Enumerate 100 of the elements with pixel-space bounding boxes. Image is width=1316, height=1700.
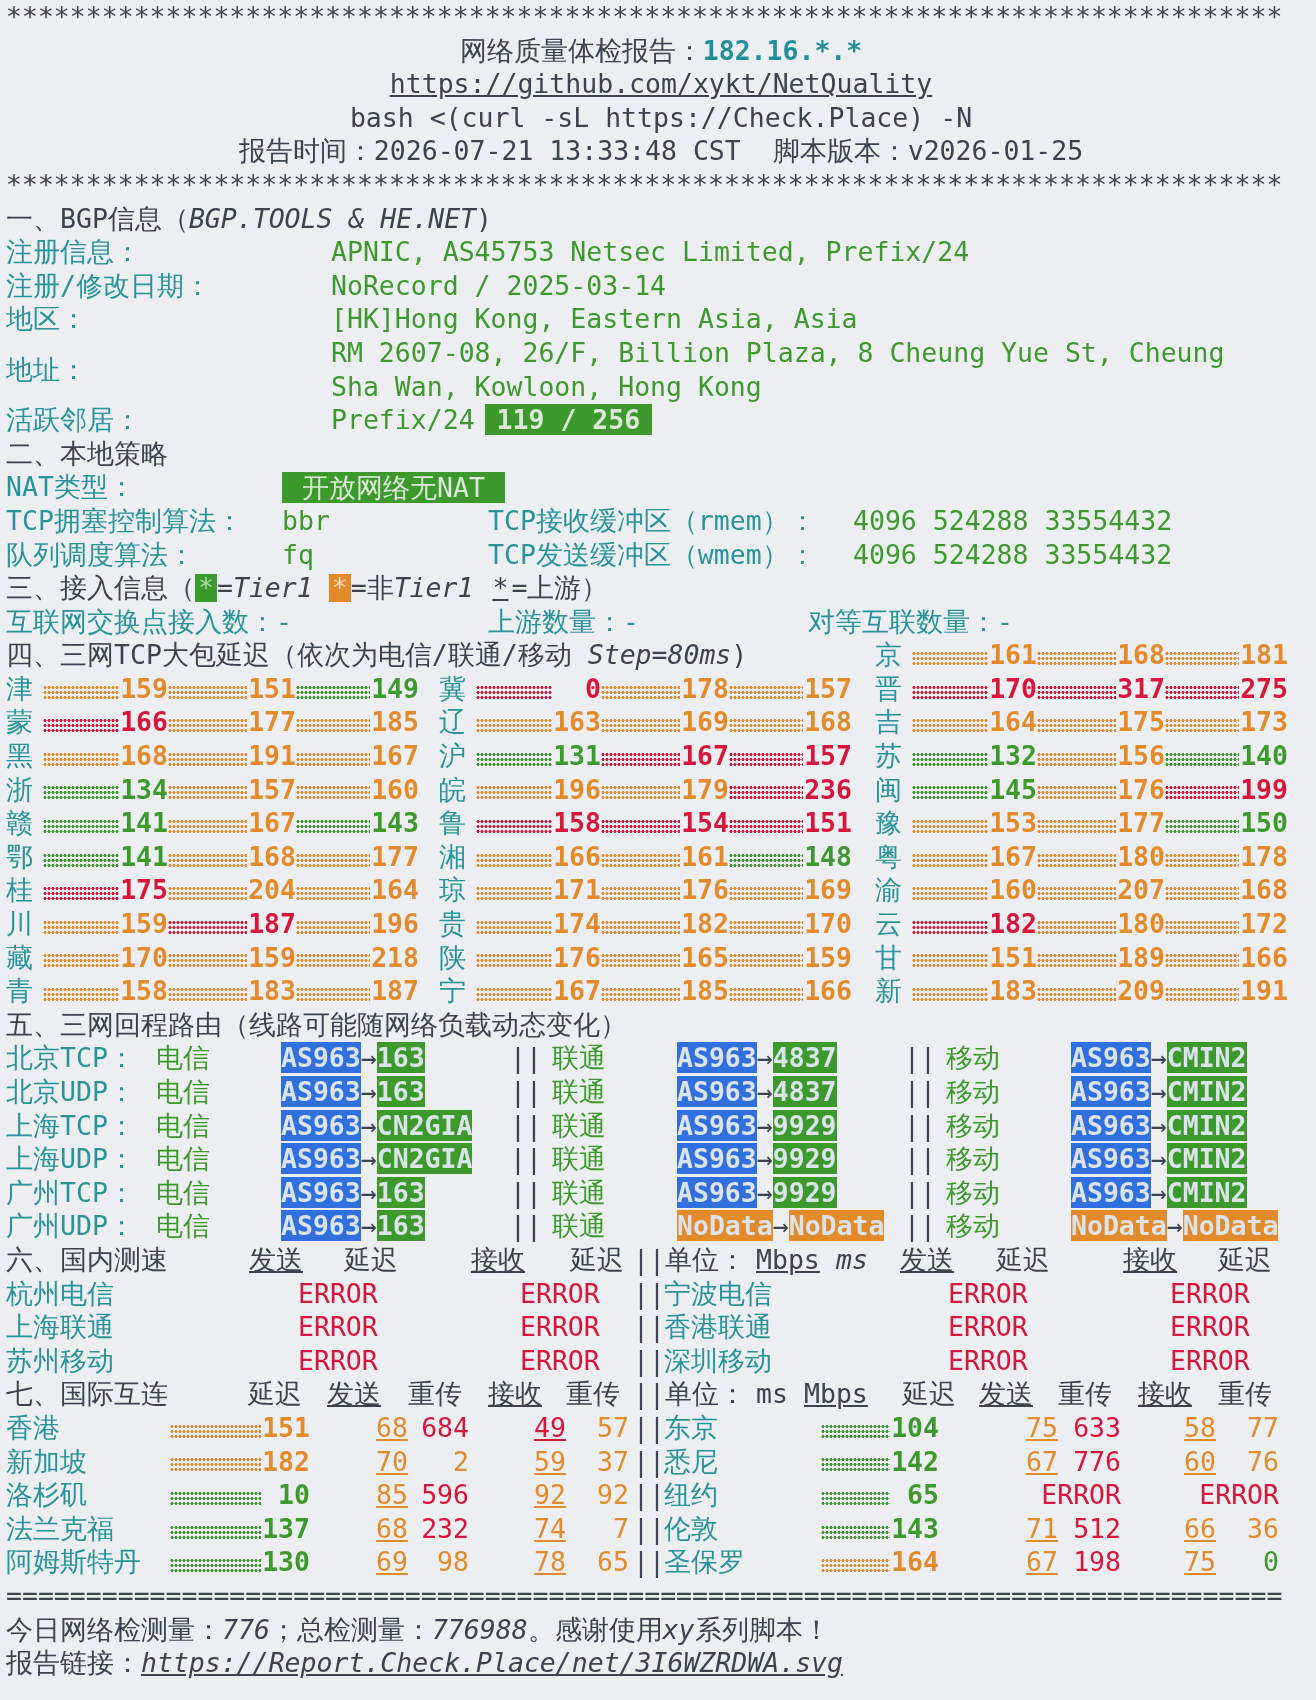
route-tag: 4837: [772, 1076, 837, 1107]
route-tag: AS963: [677, 1143, 757, 1175]
route-arrow: →: [360, 1143, 377, 1175]
latency-value: 317: [1117, 671, 1165, 706]
column-header: 发送: [900, 1242, 955, 1277]
result-value: ERROR: [520, 1276, 601, 1311]
carrier-label: 电信: [156, 1175, 211, 1210]
metric-value: 596: [421, 1479, 469, 1511]
province-label: 甘: [875, 940, 903, 975]
route-arrow: →: [756, 1076, 773, 1107]
province-label: 陕: [439, 940, 467, 975]
route-tag: AS963: [677, 1176, 757, 1208]
province-label: 贵: [439, 907, 467, 941]
latency-value: 156: [1117, 739, 1165, 773]
metric-value: ERROR: [1199, 1479, 1279, 1511]
latency-value: 167: [248, 806, 296, 840]
column-header: 发送: [249, 1242, 304, 1277]
result-value: ERROR: [298, 1343, 379, 1378]
metric-value: 67: [1026, 1445, 1058, 1477]
metric-value: 36: [1247, 1512, 1279, 1544]
repo-link[interactable]: https://github.com/xykt/NetQuality: [389, 68, 933, 100]
latency-value: 151: [262, 1410, 310, 1445]
test-site-label: 香港联通: [664, 1310, 773, 1344]
column-header: 延迟: [1218, 1242, 1273, 1277]
latency-value: 187: [371, 974, 419, 1008]
route-tag: AS963: [281, 1143, 361, 1175]
carrier-label: 电信: [156, 1108, 211, 1143]
latency-value: 168: [804, 705, 852, 740]
latency-value: 178: [1240, 839, 1288, 874]
carrier-label: 电信: [156, 1041, 211, 1075]
report-title: 网络质量体检报告：: [459, 34, 703, 66]
test-site-label: 杭州电信: [6, 1276, 115, 1311]
latency-value: 168: [120, 739, 168, 773]
result-value: ERROR: [298, 1310, 379, 1344]
field-label: NAT类型：: [6, 470, 136, 504]
province-label: 鄂: [6, 839, 34, 874]
route-label: 北京UDP：: [6, 1075, 136, 1109]
latency-value: 171: [553, 873, 601, 908]
route-tag: CN2GIA: [376, 1109, 473, 1141]
latency-value: 104: [891, 1410, 939, 1445]
metric-value: 198: [1073, 1546, 1121, 1578]
carrier-label: 联通: [552, 1075, 607, 1109]
column-header: ||单位：: [633, 1242, 747, 1277]
latency-value: 183: [989, 974, 1037, 1008]
route-tag: CMIN2: [1166, 1109, 1247, 1141]
column-separator: ||: [510, 1175, 543, 1210]
carrier-label: 联通: [552, 1108, 607, 1143]
result-value: ERROR: [520, 1343, 601, 1378]
latency-value: 176: [1117, 772, 1165, 807]
metric-value: 74: [534, 1512, 566, 1544]
latency-value: 141: [120, 839, 168, 874]
legend-marker: *: [195, 573, 217, 602]
metric-value: 78: [534, 1546, 566, 1578]
latency-value: 150: [1240, 806, 1288, 840]
latency-value: 204: [248, 873, 296, 908]
route-tag: 163: [376, 1042, 425, 1074]
city-label: 圣保罗: [664, 1545, 746, 1579]
metric-value: 684: [421, 1411, 469, 1443]
latency-value: 167: [371, 739, 419, 773]
metric-value: 60: [1184, 1445, 1216, 1477]
city-label: 洛杉矶: [6, 1478, 88, 1512]
province-label: 辽: [439, 705, 467, 740]
latency-value: 168: [1117, 638, 1165, 672]
route-tag: CMIN2: [1166, 1076, 1247, 1107]
report-link[interactable]: https://Report.Check.Place/net/3I6WZRDWA.svg: [141, 1647, 843, 1679]
latency-value: 166: [804, 974, 852, 1008]
latency-value: 160: [989, 873, 1037, 908]
legend-marker: *: [328, 573, 351, 602]
latency-dots-drawing: [821, 1457, 890, 1474]
test-site-label: 苏州移动: [6, 1343, 115, 1378]
route-arrow: →: [756, 1143, 773, 1175]
latency-dots-drawing: [821, 1524, 890, 1541]
route-label: 上海UDP：: [6, 1142, 136, 1176]
latency-value: 170: [989, 671, 1037, 706]
latency-value: 176: [553, 940, 601, 975]
route-arrow: →: [1150, 1143, 1167, 1175]
metric-value: 67: [1026, 1546, 1058, 1578]
latency-value: 165: [681, 940, 729, 975]
metric-value: 92: [597, 1479, 629, 1511]
route-tag: 4837: [772, 1042, 837, 1074]
latency-value: 143: [891, 1511, 939, 1546]
metric-value: 232: [421, 1512, 469, 1544]
city-label: 香港: [6, 1410, 61, 1445]
route-arrow: →: [756, 1042, 773, 1074]
route-tag: 163: [376, 1076, 425, 1107]
latency-value: 183: [248, 974, 296, 1008]
route-tag: AS963: [281, 1210, 361, 1242]
metric-value: 7: [613, 1512, 629, 1544]
latency-value: 167: [553, 974, 601, 1008]
route-tag: CMIN2: [1166, 1176, 1247, 1208]
metric-value: 85: [376, 1479, 408, 1511]
route-tag: 9929: [772, 1143, 837, 1175]
route-tag: NoData: [1071, 1210, 1167, 1242]
latency-value: 209: [1117, 974, 1165, 1008]
result-value: ERROR: [948, 1343, 1029, 1378]
route-tag: AS963: [677, 1042, 757, 1074]
province-label: 湘: [439, 839, 467, 874]
latency-value: 180: [1117, 839, 1165, 874]
route-tag: AS963: [1071, 1176, 1151, 1208]
carrier-label: 电信: [156, 1075, 211, 1109]
